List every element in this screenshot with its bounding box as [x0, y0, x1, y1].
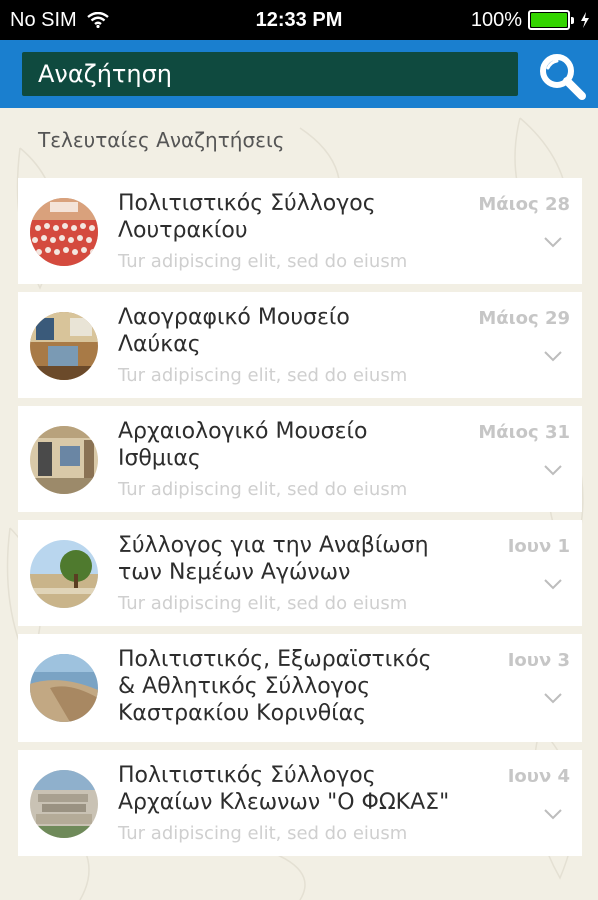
- recent-searches-list: Πολιτιστικός Σύλλογος Λουτρακίου Tur adi…: [18, 178, 582, 864]
- chevron-down-icon[interactable]: [544, 692, 562, 704]
- list-item[interactable]: Πολιτιστικός Σύλλογος Αρχαίων Κλεωνων "Ο…: [18, 750, 582, 856]
- list-item[interactable]: Σύλλογος για την Αναβίωση των Νεμέων Αγώ…: [18, 520, 582, 626]
- avatar-museum-interior-photo: [30, 312, 98, 380]
- search-input[interactable]: Αναζήτηση: [22, 52, 518, 96]
- wifi-icon: [86, 12, 109, 28]
- list-item[interactable]: Αρχαιολογικό Μουσείο Ισθμιας Tur adipisc…: [18, 406, 582, 512]
- item-date: Μάιος 28: [478, 194, 570, 215]
- item-subtitle: Tur adipiscing elit, sed do eiusm: [118, 365, 408, 386]
- list-item[interactable]: Πολιτιστικός, Εξωραϊστικός & Αθλητικός Σ…: [18, 634, 582, 742]
- charging-icon: [581, 12, 589, 28]
- chevron-down-icon[interactable]: [544, 464, 562, 476]
- item-title: Λαογραφικό Μουσείο Λαύκας: [118, 305, 350, 357]
- item-date: Ιουν 3: [507, 650, 570, 671]
- chevron-down-icon[interactable]: [544, 350, 562, 362]
- item-date: Μάιος 29: [478, 308, 570, 329]
- avatar-museum-hall-photo: [30, 426, 98, 494]
- item-subtitle: Tur adipiscing elit, sed do eiusm: [118, 251, 408, 272]
- avatar-ruins-photo: [30, 770, 98, 838]
- item-title: Πολιτιστικός, Εξωραϊστικός & Αθλητικός Σ…: [118, 647, 432, 726]
- avatar-choir-photo: [30, 198, 98, 266]
- item-title: Πολιτιστικός Σύλλογος Αρχαίων Κλεωνων "Ο…: [118, 763, 450, 815]
- item-date: Ιουν 1: [507, 536, 570, 557]
- item-subtitle: Tur adipiscing elit, sed do eiusm: [118, 479, 408, 500]
- search-bar: Αναζήτηση: [0, 40, 598, 108]
- item-date: Ιουν 4: [507, 766, 570, 787]
- avatar-coast-photo: [30, 654, 98, 722]
- item-subtitle: Tur adipiscing elit, sed do eiusm: [118, 593, 408, 614]
- avatar-stadium-tree-photo: [30, 540, 98, 608]
- search-placeholder: Αναζήτηση: [38, 60, 172, 88]
- battery-icon: [528, 10, 574, 30]
- item-date: Μάιος 31: [478, 422, 570, 443]
- chevron-down-icon[interactable]: [544, 578, 562, 590]
- item-title: Αρχαιολογικό Μουσείο Ισθμιας: [118, 419, 368, 471]
- search-icon[interactable]: [536, 50, 588, 102]
- chevron-down-icon[interactable]: [544, 808, 562, 820]
- battery-percent: 100%: [470, 8, 522, 31]
- carrier-label: No SIM: [10, 8, 77, 31]
- item-title: Σύλλογος για την Αναβίωση των Νεμέων Αγώ…: [118, 533, 429, 585]
- chevron-down-icon[interactable]: [544, 236, 562, 248]
- list-item[interactable]: Λαογραφικό Μουσείο Λαύκας Tur adipiscing…: [18, 292, 582, 398]
- section-title: Τελευταίες Αναζητήσεις: [38, 128, 285, 152]
- list-item[interactable]: Πολιτιστικός Σύλλογος Λουτρακίου Tur adi…: [18, 178, 582, 284]
- status-bar: No SIM 12:33 PM 100%: [0, 0, 598, 40]
- item-subtitle: Tur adipiscing elit, sed do eiusm: [118, 823, 408, 844]
- item-title: Πολιτιστικός Σύλλογος Λουτρακίου: [118, 191, 376, 243]
